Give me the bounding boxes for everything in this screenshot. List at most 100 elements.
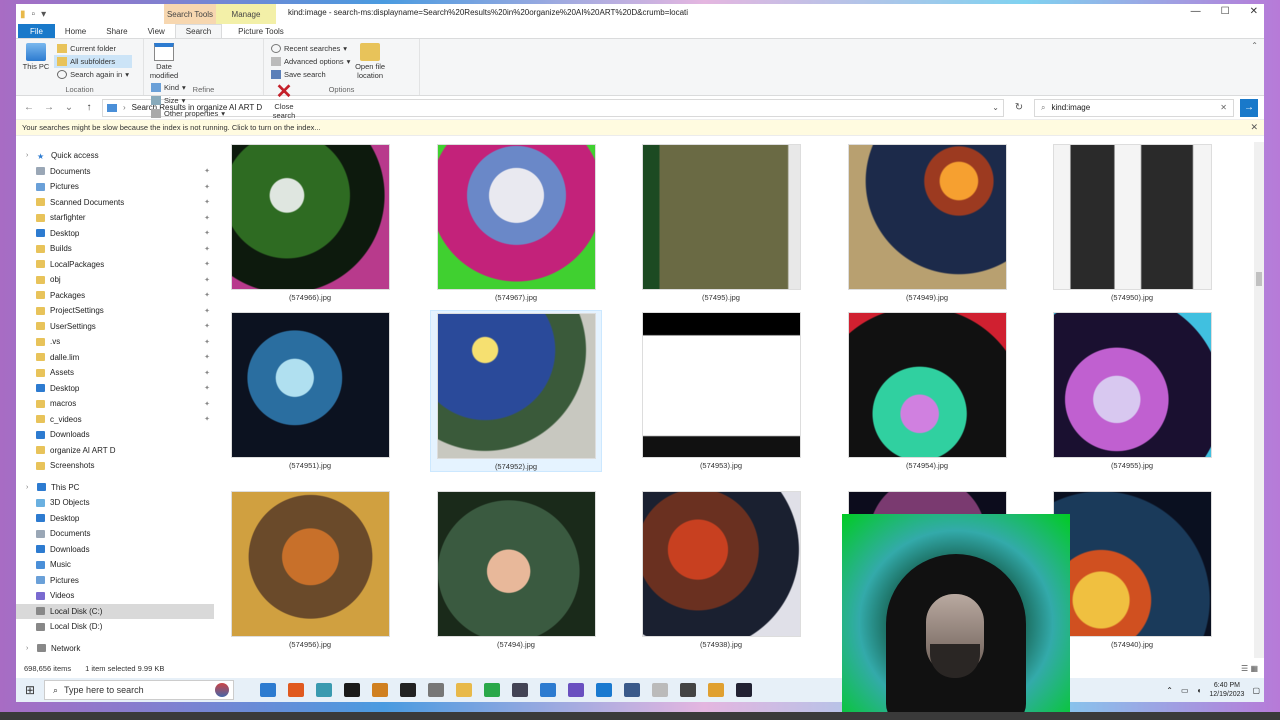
- nav-network[interactable]: › Network: [16, 641, 214, 657]
- nav-item-desktop[interactable]: Desktop ✦: [16, 381, 214, 397]
- file-thumbnail-item[interactable]: (574940).jpg: [1046, 489, 1218, 651]
- taskbar-app-icon[interactable]: [484, 683, 500, 697]
- nav-item-documents[interactable]: Documents ✦: [16, 164, 214, 180]
- file-thumbnail-item[interactable]: (574949).jpg: [841, 142, 1013, 304]
- taskbar-app-icon[interactable]: [456, 683, 472, 697]
- file-thumbnail-item[interactable]: (574953).jpg: [635, 310, 807, 472]
- thumbnail-image[interactable]: [436, 313, 596, 459]
- nav-item-macros[interactable]: macros ✦: [16, 396, 214, 412]
- tab-picture-tools[interactable]: Picture Tools: [228, 24, 294, 38]
- nav-item-videos[interactable]: Videos: [16, 588, 214, 604]
- taskbar-app-icon[interactable]: [400, 683, 416, 697]
- chevron-right-icon[interactable]: ›: [26, 484, 32, 491]
- vertical-scrollbar[interactable]: [1254, 142, 1264, 658]
- search-box[interactable]: ⌕ kind:image ✕: [1034, 98, 1234, 117]
- forward-button[interactable]: →: [42, 102, 56, 113]
- taskbar-app-icon[interactable]: [428, 683, 444, 697]
- nav-item-3d-objects[interactable]: 3D Objects: [16, 495, 214, 511]
- nav-item-local-disk-d-[interactable]: Local Disk (D:): [16, 619, 214, 635]
- taskbar-app-icon[interactable]: [540, 683, 556, 697]
- file-thumbnail-item[interactable]: (574966).jpg: [224, 142, 396, 304]
- taskbar-app-icon[interactable]: [344, 683, 360, 697]
- thumbnail-image[interactable]: [1052, 144, 1212, 290]
- all-subfolders-button[interactable]: All subfolders: [54, 55, 132, 68]
- nav-item-desktop[interactable]: Desktop ✦: [16, 226, 214, 242]
- recent-locations-button[interactable]: ⌄: [62, 102, 76, 113]
- thumbnail-image[interactable]: [436, 491, 596, 637]
- nav-item-localpackages[interactable]: LocalPackages ✦: [16, 257, 214, 273]
- file-thumbnail-item[interactable]: (574967).jpg: [430, 142, 602, 304]
- tab-share[interactable]: Share: [96, 24, 137, 38]
- nav-item-scanned-documents[interactable]: Scanned Documents ✦: [16, 195, 214, 211]
- chevron-down-icon[interactable]: ⌄: [992, 103, 999, 112]
- other-properties-button[interactable]: Other properties ▾: [148, 107, 228, 120]
- nav-item-assets[interactable]: Assets ✦: [16, 365, 214, 381]
- file-thumbnail-item[interactable]: (574956).jpg: [224, 489, 396, 651]
- back-button[interactable]: ←: [22, 102, 36, 113]
- thumbnail-image[interactable]: [1052, 312, 1212, 458]
- nav-item-pictures[interactable]: Pictures: [16, 573, 214, 589]
- thumbnail-image[interactable]: [847, 144, 1007, 290]
- taskbar-app-icon[interactable]: [652, 683, 668, 697]
- file-thumbnail-item[interactable]: (57494).jpg: [430, 489, 602, 651]
- search-go-button[interactable]: →: [1240, 98, 1258, 117]
- nav-item-screenshots[interactable]: Screenshots: [16, 458, 214, 474]
- folder-icon[interactable]: ▮: [20, 9, 26, 20]
- chevron-right-icon[interactable]: ›: [26, 152, 32, 159]
- file-thumbnail-item[interactable]: (57495).jpg: [635, 142, 807, 304]
- nav-item-dalle-lim[interactable]: dalle.lim ✦: [16, 350, 214, 366]
- scroll-thumb[interactable]: [1256, 272, 1262, 286]
- date-modified-button[interactable]: Date modified: [148, 43, 180, 80]
- taskbar-app-icon[interactable]: [512, 683, 528, 697]
- nav-item-projectsettings[interactable]: ProjectSettings ✦: [16, 303, 214, 319]
- taskbar-search[interactable]: ⌕ Type here to search: [44, 680, 234, 700]
- taskbar-app-icon[interactable]: [736, 683, 752, 697]
- chevron-up-icon[interactable]: ⌃: [1251, 41, 1258, 50]
- tab-home[interactable]: Home: [55, 24, 96, 38]
- nav-item-organize-ai-art-d[interactable]: organize AI ART D: [16, 443, 214, 459]
- clear-search-icon[interactable]: ✕: [1220, 103, 1227, 112]
- close-icon[interactable]: ✕: [1250, 122, 1258, 133]
- taskbar-app-icon[interactable]: [288, 683, 304, 697]
- notifications-icon[interactable]: ▢: [1252, 686, 1260, 695]
- nav-item-desktop[interactable]: Desktop: [16, 511, 214, 527]
- nav-this-pc[interactable]: › This PC: [16, 480, 214, 496]
- volume-icon[interactable]: ◖: [1197, 686, 1202, 695]
- open-file-location-button[interactable]: Open file location: [354, 43, 386, 80]
- taskbar-app-icon[interactable]: [708, 683, 724, 697]
- nav-item-music[interactable]: Music: [16, 557, 214, 573]
- file-thumbnail-item[interactable]: (574950).jpg: [1046, 142, 1218, 304]
- close-button[interactable]: ✕: [1250, 6, 1258, 17]
- start-button[interactable]: ⊞: [16, 683, 44, 697]
- maximize-button[interactable]: ☐: [1221, 6, 1230, 17]
- nav-item-usersettings[interactable]: UserSettings ✦: [16, 319, 214, 335]
- nav-item-downloads[interactable]: Downloads: [16, 542, 214, 558]
- file-thumbnail-item[interactable]: (574938).jpg: [635, 489, 807, 651]
- taskbar-app-icon[interactable]: [372, 683, 388, 697]
- thumbnail-image[interactable]: [641, 312, 801, 458]
- network-icon[interactable]: ▭: [1181, 686, 1189, 695]
- thumbnail-image[interactable]: [230, 491, 390, 637]
- minimize-button[interactable]: —: [1191, 6, 1201, 17]
- thumbnail-image[interactable]: [436, 144, 596, 290]
- refresh-button[interactable]: ↻: [1010, 102, 1028, 113]
- chevron-right-icon[interactable]: ›: [26, 645, 32, 652]
- thumbnail-image[interactable]: [847, 312, 1007, 458]
- thumbnail-image[interactable]: [230, 144, 390, 290]
- thumbnail-image[interactable]: [641, 144, 801, 290]
- tab-search[interactable]: Search: [174, 24, 223, 38]
- thumbnail-image[interactable]: [641, 491, 801, 637]
- nav-item--vs[interactable]: .vs ✦: [16, 334, 214, 350]
- taskbar-app-icon[interactable]: [316, 683, 332, 697]
- file-thumbnail-item[interactable]: (574954).jpg: [841, 310, 1013, 472]
- clock[interactable]: 6:40 PM 12/19/2023: [1209, 681, 1244, 699]
- tab-file[interactable]: File: [18, 24, 55, 38]
- view-toggle[interactable]: ☰ ▦: [1241, 664, 1258, 673]
- file-thumbnail-item[interactable]: (574952).jpg: [430, 310, 602, 472]
- nav-item-local-disk-c-[interactable]: Local Disk (C:): [16, 603, 214, 619]
- taskbar-app-icon[interactable]: [568, 683, 584, 697]
- nav-item-downloads[interactable]: Downloads: [16, 427, 214, 443]
- nav-item-pictures[interactable]: Pictures ✦: [16, 179, 214, 195]
- current-folder-button[interactable]: Current folder: [54, 42, 132, 55]
- taskbar-app-icon[interactable]: [680, 683, 696, 697]
